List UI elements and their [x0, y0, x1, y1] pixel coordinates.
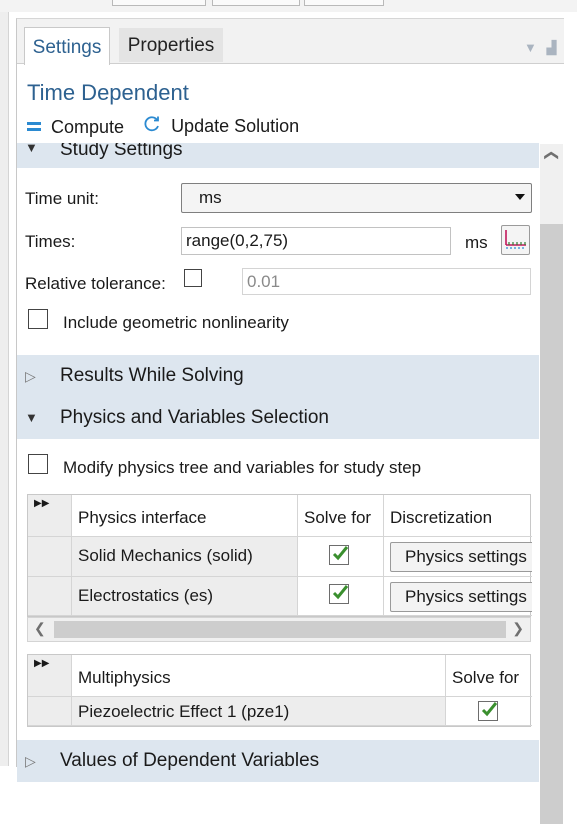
section-physics-selection[interactable]: ▼ Physics and Variables Selection	[17, 397, 539, 439]
checkmark-icon	[332, 546, 349, 561]
page-title: Time Dependent	[27, 80, 189, 105]
caret-right-icon: ▷	[25, 753, 36, 769]
section-values-dependent-variables[interactable]: ▷ Values of Dependent Variables	[17, 740, 539, 782]
section-title: Physics and Variables Selection	[60, 407, 329, 428]
refresh-icon	[143, 115, 161, 138]
relative-tolerance-checkbox[interactable]	[184, 269, 202, 287]
column-header-discretization[interactable]: Discretization	[384, 495, 532, 537]
physics-settings-button[interactable]: Physics settings	[390, 582, 532, 612]
discretization-cell: Physics settings	[384, 577, 532, 616]
solve-for-cell	[298, 537, 384, 577]
top-window-strip	[0, 0, 577, 12]
section-title: Results While Solving	[60, 365, 244, 386]
relative-tolerance-input[interactable]: 0.01	[242, 268, 531, 295]
compute-label: Compute	[51, 117, 125, 137]
caret-right-icon: ▷	[25, 368, 36, 384]
time-unit-select[interactable]: ms	[181, 183, 532, 213]
expand-columns-button[interactable]: ▶▶	[28, 655, 72, 697]
chevron-left-icon[interactable]: ❮	[34, 620, 46, 637]
row-header[interactable]	[28, 537, 72, 577]
scrollbar-thumb[interactable]	[540, 224, 563, 824]
multiphysics-name-cell[interactable]: Piezoelectric Effect 1 (pze1)	[72, 697, 446, 726]
modify-physics-label: Modify physics tree and variables for st…	[63, 458, 422, 477]
time-unit-label: Time unit:	[25, 189, 100, 208]
geometric-nonlinearity-checkbox[interactable]	[28, 309, 48, 329]
scrollbar-thumb[interactable]	[54, 621, 506, 638]
physics-name-cell[interactable]: Electrostatics (es)	[72, 577, 298, 616]
solve-for-checkbox[interactable]	[329, 584, 349, 604]
column-header-solve-for[interactable]: Solve for	[298, 495, 384, 537]
dropdown-arrow-icon	[515, 194, 525, 200]
tab-settings[interactable]: Settings	[24, 27, 110, 65]
compute-icon	[27, 117, 41, 138]
time-unit-value: ms	[199, 188, 222, 207]
range-plot-icon	[505, 230, 526, 249]
top-tab-fragment[interactable]	[304, 0, 384, 6]
range-button[interactable]	[501, 225, 530, 255]
geometric-nonlinearity-label: Include geometric nonlinearity	[63, 313, 289, 332]
physics-settings-button[interactable]: Physics settings	[390, 542, 532, 572]
times-label: Times:	[25, 232, 76, 251]
left-window-strip	[0, 12, 9, 766]
pin-icon[interactable]: ▟	[547, 40, 557, 55]
caret-down-icon: ▼	[25, 410, 38, 425]
double-chevron-right-icon: ▶▶	[34, 658, 50, 669]
solve-for-cell	[446, 697, 532, 726]
chevron-down-icon[interactable]: ▼	[524, 40, 537, 55]
relative-tolerance-label: Relative tolerance:	[25, 274, 166, 293]
vertical-scrollbar[interactable]: ❮	[540, 144, 563, 824]
checkmark-icon	[332, 585, 349, 600]
row-header[interactable]	[28, 577, 72, 616]
multiphysics-table: ▶▶ Multiphysics Solve for Piezoelectric …	[27, 654, 532, 727]
expand-columns-button[interactable]: ▶▶	[28, 495, 72, 537]
column-header-physics-interface[interactable]: Physics interface	[72, 495, 298, 537]
chevron-right-icon[interactable]: ❯	[512, 620, 524, 637]
row-header[interactable]	[28, 697, 72, 726]
times-input[interactable]: range(0,2,75)	[181, 227, 451, 255]
solve-for-checkbox[interactable]	[329, 545, 349, 565]
compute-button[interactable]: Compute	[27, 117, 124, 138]
physics-table: ▶▶ Physics interface Solve for Discretiz…	[27, 494, 532, 617]
update-solution-label: Update Solution	[171, 116, 300, 136]
column-header-solve-for[interactable]: Solve for	[446, 655, 532, 697]
top-tab-fragment[interactable]	[212, 0, 300, 6]
modify-physics-checkbox[interactable]	[28, 454, 48, 474]
toolbar-overlay: Compute Update Solution	[27, 115, 313, 138]
tab-properties[interactable]: Properties	[119, 28, 223, 62]
update-solution-button[interactable]: Update Solution	[143, 115, 299, 138]
column-header-multiphysics[interactable]: Multiphysics	[72, 655, 446, 697]
section-title: Values of Dependent Variables	[60, 750, 320, 771]
solve-for-checkbox[interactable]	[478, 701, 498, 721]
right-margin	[564, 18, 577, 766]
top-tab-fragment[interactable]	[112, 0, 206, 6]
panel-menu-icons[interactable]: ▼ ▟	[524, 40, 557, 56]
chevron-up-icon[interactable]: ❮	[543, 150, 560, 162]
physics-name-cell[interactable]: Solid Mechanics (solid)	[72, 537, 298, 577]
checkmark-icon	[481, 702, 498, 717]
horizontal-scrollbar[interactable]: ❮ ❯	[27, 617, 531, 642]
section-results-while-solving[interactable]: ▷ Results While Solving	[17, 355, 539, 397]
solve-for-cell	[298, 577, 384, 616]
discretization-cell: Physics settings	[384, 537, 532, 577]
double-chevron-right-icon: ▶▶	[34, 498, 50, 509]
times-unit: ms	[465, 233, 488, 252]
